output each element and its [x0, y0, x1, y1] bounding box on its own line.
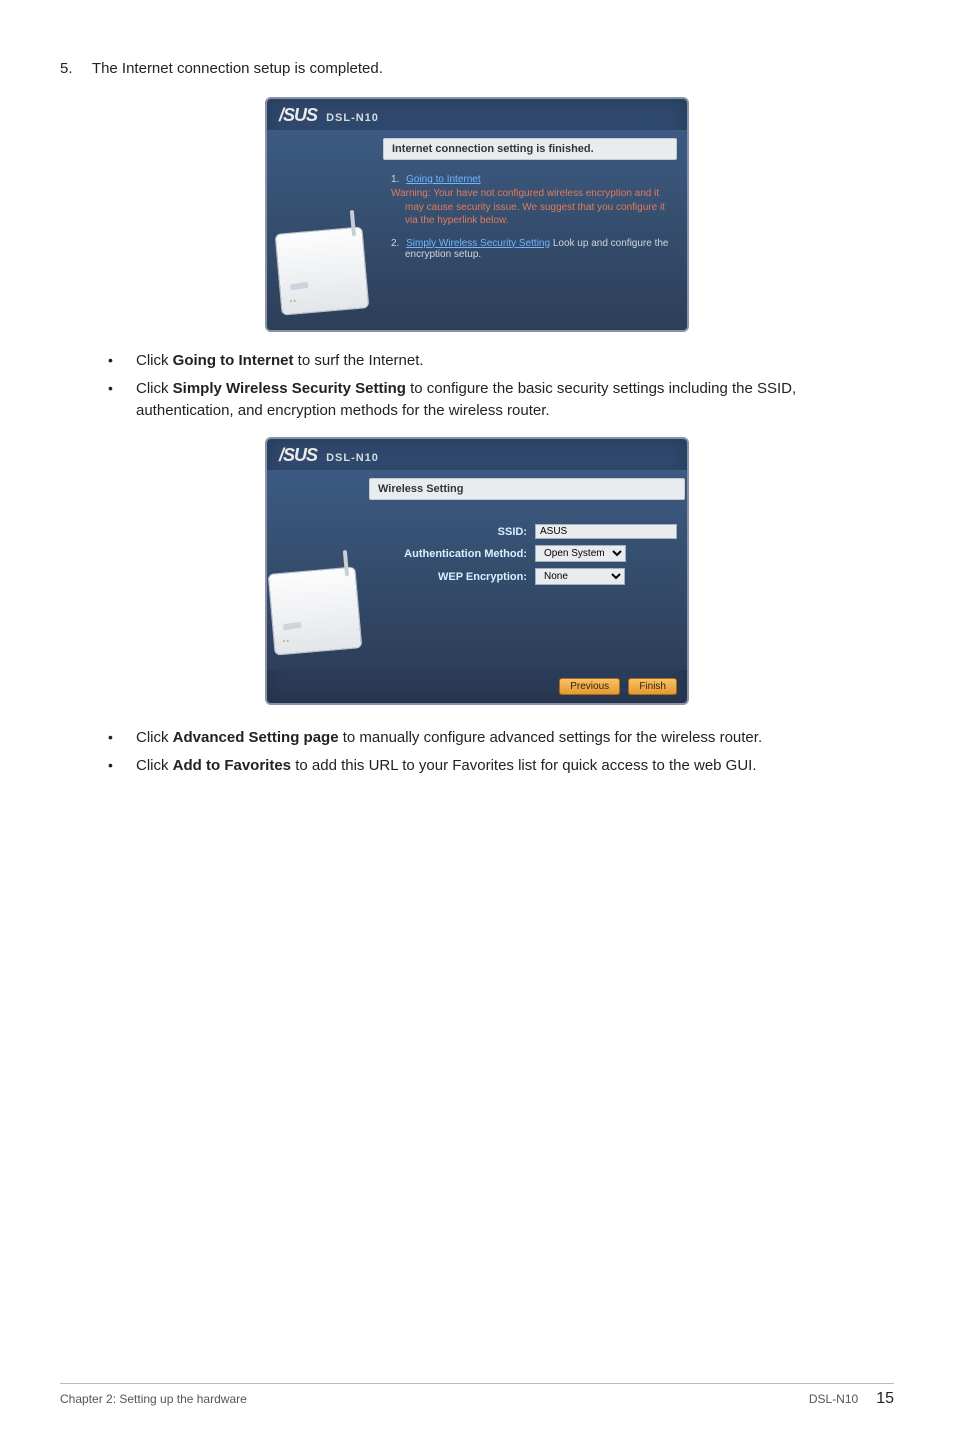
footer-model: DSL-N10 — [809, 1392, 858, 1406]
option-wireless-security: 2. Simply Wireless Security Setting Look… — [391, 238, 669, 260]
text: to add this URL to your Favorites list f… — [295, 757, 756, 774]
list-item: Click Add to Favorites to add this URL t… — [100, 755, 894, 777]
auth-method-select[interactable]: Open System — [535, 545, 626, 562]
wep-encryption-select[interactable]: None — [535, 568, 625, 585]
router-leds-icon: •• — [289, 296, 297, 306]
going-to-internet-link[interactable]: Going to Internet — [406, 174, 481, 185]
panel-title: Wireless Setting — [369, 478, 685, 500]
finish-button[interactable]: Finish — [628, 678, 677, 695]
wireless-warning-text: Warning: Your have not configured wirele… — [405, 187, 669, 228]
step-line: 5. The Internet connection setup is comp… — [60, 60, 894, 77]
ssid-label: SSID: — [377, 526, 535, 538]
step-number: 5. — [60, 60, 88, 77]
text: to manually configure advanced settings … — [343, 729, 762, 746]
page-number: 15 — [876, 1390, 894, 1408]
screenshot-connection-finished: /SUS DSL-N10 •• Internet connection sett… — [265, 97, 689, 332]
router-ui-header: /SUS DSL-N10 — [267, 439, 687, 470]
screenshot-wireless-setting: /SUS DSL-N10 •• Wireless Setting SSID: A… — [265, 437, 689, 705]
sidebar: •• — [267, 470, 363, 670]
asus-logo: /SUS — [279, 105, 317, 126]
router-icon: •• — [275, 226, 370, 315]
text: Click — [136, 380, 173, 397]
panel-title: Internet connection setting is finished. — [383, 138, 677, 160]
router-ui-header: /SUS DSL-N10 — [267, 99, 687, 130]
router-leds-icon: •• — [282, 637, 290, 647]
list-item: Click Simply Wireless Security Setting t… — [100, 378, 894, 422]
chapter-label: Chapter 2: Setting up the hardware — [60, 1392, 247, 1406]
option-going-to-internet: 1. Going to Internet Warning: Your have … — [391, 174, 669, 228]
step-text: The Internet connection setup is complet… — [92, 60, 383, 77]
text: Click — [136, 352, 173, 369]
wep-encryption-label: WEP Encryption: — [377, 571, 535, 583]
bold-term: Simply Wireless Security Setting — [173, 380, 406, 397]
bold-term: Add to Favorites — [173, 757, 291, 774]
auth-method-label: Authentication Method: — [377, 548, 535, 560]
list-item: Click Advanced Setting page to manually … — [100, 727, 894, 749]
wizard-footer: Previous Finish — [267, 670, 687, 703]
list-number: 1. — [391, 174, 399, 185]
text: Click — [136, 757, 173, 774]
bold-term: Advanced Setting page — [173, 729, 339, 746]
text: Click — [136, 729, 173, 746]
router-icon: •• — [268, 567, 363, 656]
previous-button[interactable]: Previous — [559, 678, 620, 695]
ssid-input[interactable] — [535, 524, 677, 539]
page-footer: Chapter 2: Setting up the hardware DSL-N… — [60, 1383, 894, 1408]
model-label: DSL-N10 — [326, 112, 379, 124]
simply-wireless-security-link[interactable]: Simply Wireless Security Setting — [406, 238, 550, 249]
instruction-list-2: Click Advanced Setting page to manually … — [100, 727, 894, 777]
model-label: DSL-N10 — [326, 452, 379, 464]
sidebar: •• — [267, 130, 377, 330]
list-number: 2. — [391, 238, 399, 249]
text: to surf the Internet. — [298, 352, 424, 369]
asus-logo: /SUS — [279, 445, 317, 466]
list-item: Click Going to Internet to surf the Inte… — [100, 350, 894, 372]
bold-term: Going to Internet — [173, 352, 294, 369]
instruction-list-1: Click Going to Internet to surf the Inte… — [100, 350, 894, 421]
